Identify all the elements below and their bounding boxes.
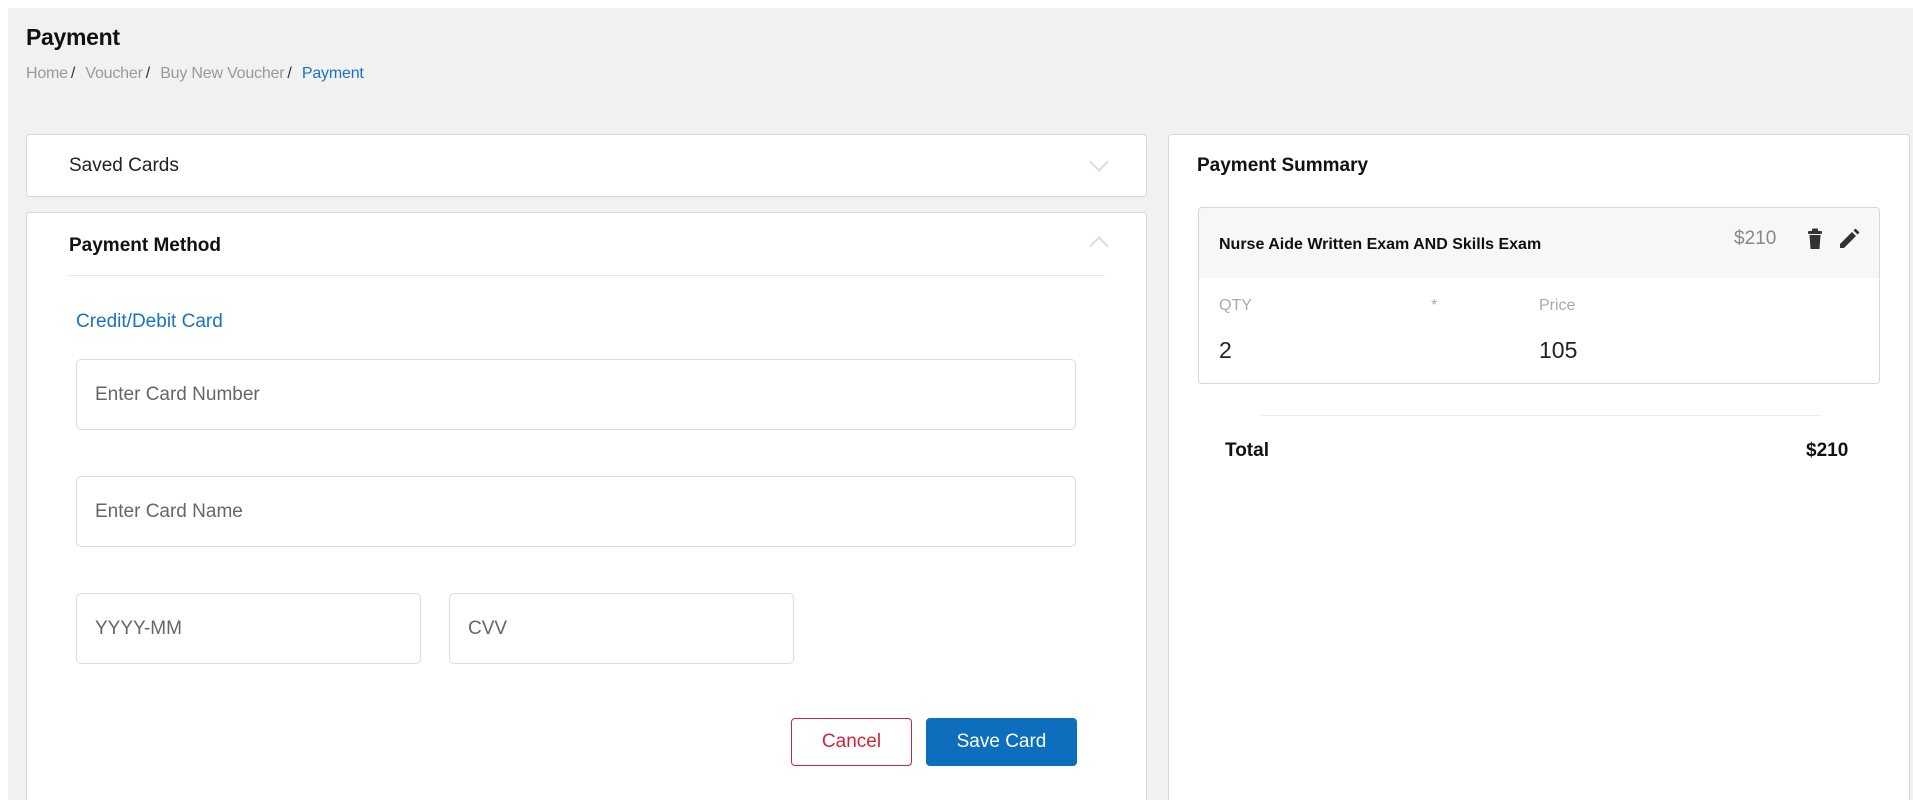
breadcrumb-home[interactable]: Home [26,65,68,82]
total-label: Total [1225,440,1269,461]
breadcrumb-voucher[interactable]: Voucher [85,65,143,82]
payment-summary-panel: Payment Summary Nurse Aide Written Exam … [1168,134,1910,800]
summary-item-header: Nurse Aide Written Exam AND Skills Exam … [1199,208,1879,278]
credit-debit-card-link[interactable]: Credit/Debit Card [76,311,223,333]
trash-icon[interactable] [1805,228,1825,250]
payment-method-panel: Payment Method Credit/Debit Card Cancel … [26,212,1147,800]
item-price: $210 [1734,228,1777,249]
price-label: Price [1539,297,1576,314]
page-container: Payment Home / Voucher / Buy New Voucher / … [8,8,1913,800]
pencil-icon[interactable] [1838,228,1860,250]
unit-price-value: 105 [1539,337,1578,363]
saved-cards-panel[interactable]: Saved Cards [26,134,1147,197]
qty-value: 2 [1219,337,1232,363]
card-name-input[interactable] [76,476,1076,547]
page-title: Payment [26,24,120,50]
total-value: $210 [1806,440,1849,461]
item-name: Nurse Aide Written Exam AND Skills Exam [1219,236,1542,253]
breadcrumb-separator: / [70,65,76,82]
divider [1261,415,1821,416]
qty-label: QTY [1219,297,1252,314]
breadcrumb: Home / Voucher / Buy New Voucher / Payment [26,65,364,83]
cancel-button[interactable]: Cancel [791,718,912,766]
card-number-input[interactable] [76,359,1076,430]
payment-method-title: Payment Method [69,235,222,256]
breadcrumb-separator: / [287,65,292,82]
saved-cards-title: Saved Cards [69,155,179,176]
chevron-down-icon[interactable] [1089,152,1109,172]
cvv-input[interactable] [449,593,794,664]
payment-summary-title: Payment Summary [1197,155,1369,176]
breadcrumb-payment: Payment [301,65,364,82]
summary-item: Nurse Aide Written Exam AND Skills Exam … [1198,207,1880,384]
multiply-sign: * [1431,297,1438,314]
save-card-button[interactable]: Save Card [926,718,1077,766]
divider [69,275,1105,276]
chevron-up-icon[interactable] [1089,236,1109,256]
expiry-input[interactable] [76,593,421,664]
breadcrumb-separator: / [145,65,150,82]
breadcrumb-buy-new-voucher[interactable]: Buy New Voucher [160,65,284,82]
